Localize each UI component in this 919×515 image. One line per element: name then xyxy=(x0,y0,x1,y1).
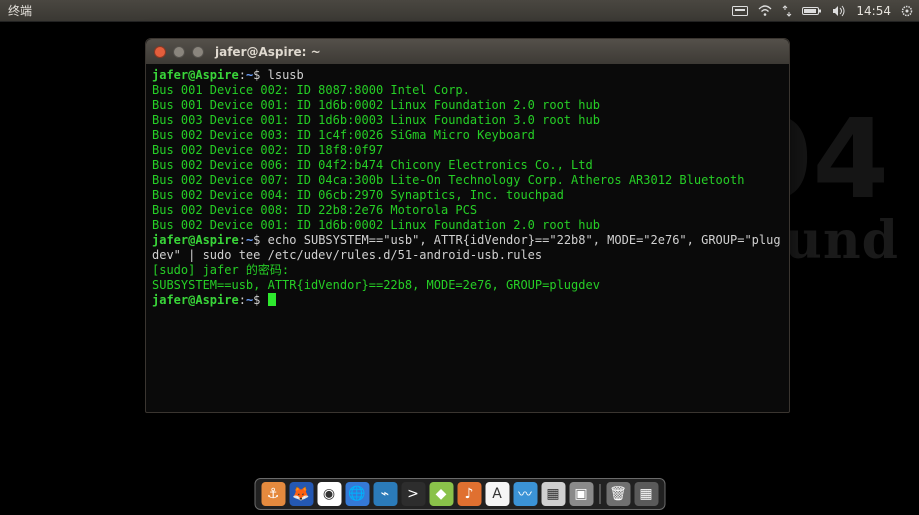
dock-item-anchor[interactable]: ⚓ xyxy=(261,482,285,506)
panel-app-name[interactable]: 终端 xyxy=(0,2,32,19)
terminal-line: Bus 002 Device 003: ID 1c4f:0026 SiGma M… xyxy=(152,128,783,143)
terminal-line: jafer@Aspire:~$ echo SUBSYSTEM=="usb", A… xyxy=(152,233,783,263)
terminal-window: jafer@Aspire: ~ jafer@Aspire:~$ lsusbBus… xyxy=(145,38,790,413)
terminal-line: Bus 002 Device 001: ID 1d6b:0002 Linux F… xyxy=(152,218,783,233)
terminal-line: Bus 002 Device 007: ID 04ca:300b Lite-On… xyxy=(152,173,783,188)
dock-item-firefox[interactable]: 🦊 xyxy=(289,482,313,506)
dock-item-music[interactable]: ♪ xyxy=(457,482,481,506)
window-minimize-button[interactable] xyxy=(173,46,185,58)
terminal-titlebar[interactable]: jafer@Aspire: ~ xyxy=(146,39,789,64)
terminal-line: jafer@Aspire:~$ lsusb xyxy=(152,68,783,83)
dock-item-files[interactable]: ▣ xyxy=(569,482,593,506)
dock-item-chrome[interactable]: ◉ xyxy=(317,482,341,506)
terminal-line: [sudo] jafer 的密码: xyxy=(152,263,783,278)
dock-item-workspaces[interactable]: ▦ xyxy=(634,482,658,506)
terminal-line: Bus 001 Device 001: ID 1d6b:0002 Linux F… xyxy=(152,98,783,113)
terminal-title: jafer@Aspire: ~ xyxy=(215,45,321,59)
terminal-line: SUBSYSTEM==usb, ATTR{idVendor}==22b8, MO… xyxy=(152,278,783,293)
terminal-line: Bus 002 Device 002: ID 18f8:0f97 xyxy=(152,143,783,158)
top-panel: 终端 14:54 xyxy=(0,0,919,22)
dock: ⚓🦊◉🌐⌁>◆♪A〰▦▣🗑▦ xyxy=(254,478,665,510)
dock-item-app[interactable]: A xyxy=(485,482,509,506)
volume-icon[interactable] xyxy=(832,5,846,17)
dock-item-terminal[interactable]: > xyxy=(401,482,425,506)
dock-item-android-studio[interactable]: ◆ xyxy=(429,482,453,506)
terminal-line: Bus 003 Device 001: ID 1d6b:0003 Linux F… xyxy=(152,113,783,128)
terminal-body[interactable]: jafer@Aspire:~$ lsusbBus 001 Device 002:… xyxy=(146,64,789,412)
updown-icon[interactable] xyxy=(782,5,792,17)
dock-separator xyxy=(599,484,600,504)
gear-icon[interactable] xyxy=(901,5,913,17)
dock-item-trash[interactable]: 🗑 xyxy=(606,482,630,506)
cursor xyxy=(268,293,276,306)
dock-item-vscode[interactable]: ⌁ xyxy=(373,482,397,506)
dock-item-monitor[interactable]: 〰 xyxy=(513,482,537,506)
terminal-line: Bus 002 Device 006: ID 04f2:b474 Chicony… xyxy=(152,158,783,173)
terminal-line: Bus 001 Device 002: ID 8087:8000 Intel C… xyxy=(152,83,783,98)
terminal-line: jafer@Aspire:~$ xyxy=(152,293,783,308)
terminal-line: Bus 002 Device 008: ID 22b8:2e76 Motorol… xyxy=(152,203,783,218)
dock-item-globe[interactable]: 🌐 xyxy=(345,482,369,506)
wifi-icon[interactable] xyxy=(758,5,772,17)
window-close-button[interactable] xyxy=(154,46,166,58)
terminal-line: Bus 002 Device 004: ID 06cb:2970 Synapti… xyxy=(152,188,783,203)
keyboard-icon[interactable] xyxy=(732,5,748,17)
panel-clock[interactable]: 14:54 xyxy=(856,4,891,18)
battery-icon[interactable] xyxy=(802,5,822,17)
dock-item-calc[interactable]: ▦ xyxy=(541,482,565,506)
window-maximize-button[interactable] xyxy=(192,46,204,58)
